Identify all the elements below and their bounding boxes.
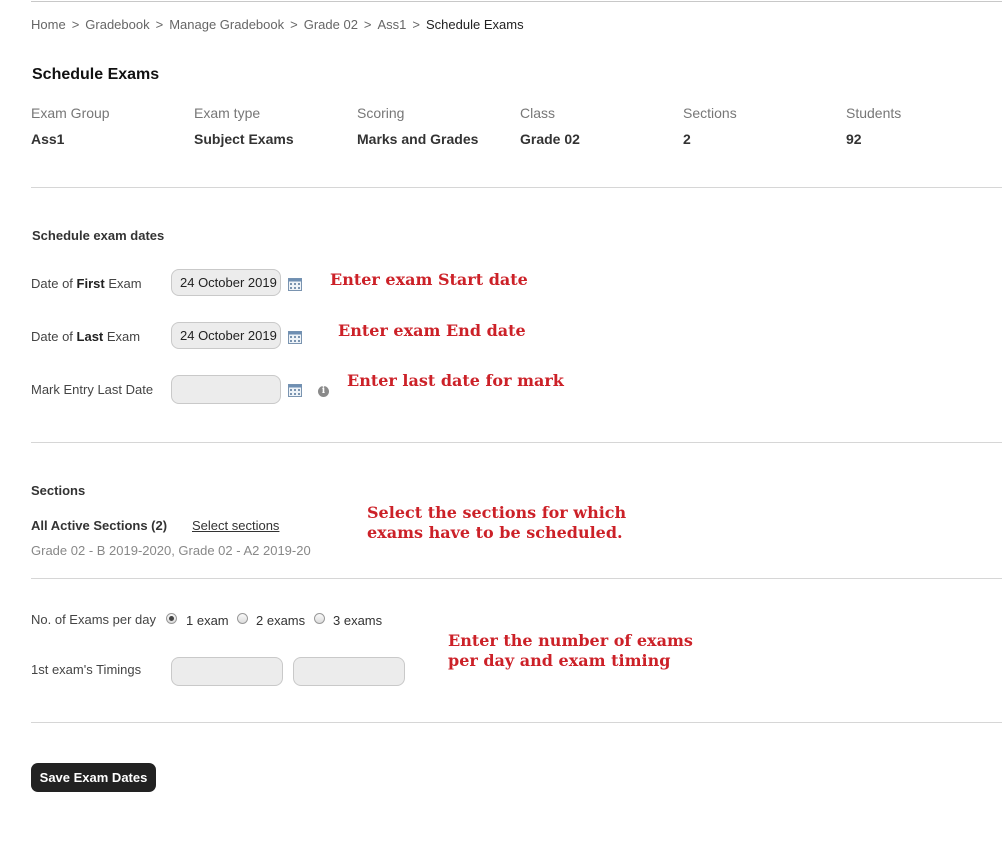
exam-end-time-input[interactable] (293, 657, 405, 686)
breadcrumb-exam-group[interactable]: Ass1 (378, 17, 407, 32)
exam-type-value: Subject Exams (194, 131, 294, 147)
scoring-value: Marks and Grades (357, 131, 479, 147)
last-exam-label: Date of Last Exam (31, 329, 141, 344)
page-title: Schedule Exams (32, 66, 160, 83)
divider (31, 442, 1002, 443)
annotation-sections: Select the sections for which exams have … (367, 503, 627, 542)
students-value: 92 (846, 131, 862, 147)
scoring-label: Scoring (357, 105, 405, 121)
annotation-exams-per-day: Enter the number of exams per day and exa… (448, 631, 693, 670)
select-sections-link[interactable]: Select sections (192, 518, 279, 533)
calendar-icon[interactable] (288, 277, 302, 291)
annotation-mark-date: Enter last date for mark (347, 371, 564, 390)
exam-type-label: Exam type (194, 105, 261, 121)
breadcrumb-grade[interactable]: Grade 02 (304, 17, 358, 32)
radio-2-exams-label[interactable]: 2 exams (256, 613, 305, 628)
breadcrumb-separator: > (363, 17, 372, 32)
sections-count-value: 2 (683, 131, 691, 147)
students-label: Students (846, 105, 902, 121)
breadcrumb-separator: > (155, 17, 164, 32)
breadcrumb-separator: > (71, 17, 80, 32)
info-icon[interactable]: i (318, 386, 329, 397)
breadcrumb-home[interactable]: Home (31, 17, 66, 32)
all-active-sections: All Active Sections (2) (31, 518, 168, 533)
radio-3-exams[interactable] (314, 613, 325, 624)
last-exam-date-input[interactable]: 24 October 2019 (171, 322, 281, 349)
breadcrumb: Home > Gradebook > Manage Gradebook > Grade 02… (31, 17, 524, 32)
radio-2-exams[interactable] (237, 613, 248, 624)
breadcrumb-gradebook[interactable]: Gradebook (85, 17, 149, 32)
calendar-icon[interactable] (288, 383, 302, 397)
sections-count-label: Sections (683, 105, 737, 121)
divider (31, 578, 1002, 579)
exam-start-time-input[interactable] (171, 657, 283, 686)
top-border (31, 1, 1002, 2)
breadcrumb-manage-gradebook[interactable]: Manage Gradebook (169, 17, 284, 32)
first-exam-date-input[interactable]: 24 October 2019 (171, 269, 281, 296)
save-exam-dates-button[interactable]: Save Exam Dates (31, 763, 156, 792)
radio-1-exam[interactable] (166, 613, 177, 624)
sections-list: Grade 02 - B 2019-2020, Grade 02 - A2 20… (31, 543, 311, 558)
divider (31, 187, 1002, 188)
class-value: Grade 02 (520, 131, 580, 147)
exam-timings-label: 1st exam's Timings (31, 662, 142, 677)
mark-entry-label: Mark Entry Last Date (31, 382, 154, 397)
class-label: Class (520, 105, 556, 121)
annotation-end-date: Enter exam End date (338, 321, 526, 340)
annotation-start-date: Enter exam Start date (330, 270, 528, 289)
exams-per-day-label: No. of Exams per day (31, 612, 156, 627)
divider (31, 722, 1002, 723)
exam-group-value: Ass1 (31, 131, 65, 147)
breadcrumb-separator: > (290, 17, 298, 32)
breadcrumb-current: Schedule Exams (426, 17, 524, 32)
first-exam-label: Date of First Exam (31, 276, 142, 291)
breadcrumb-separator: > (412, 17, 421, 32)
radio-1-exam-label[interactable]: 1 exam (186, 613, 229, 628)
calendar-icon[interactable] (288, 330, 302, 344)
mark-entry-date-input[interactable] (171, 375, 281, 404)
radio-3-exams-label[interactable]: 3 exams (333, 613, 382, 628)
exam-group-label: Exam Group (31, 105, 110, 121)
schedule-dates-heading: Schedule exam dates (32, 228, 165, 243)
sections-heading: Sections (31, 483, 86, 498)
